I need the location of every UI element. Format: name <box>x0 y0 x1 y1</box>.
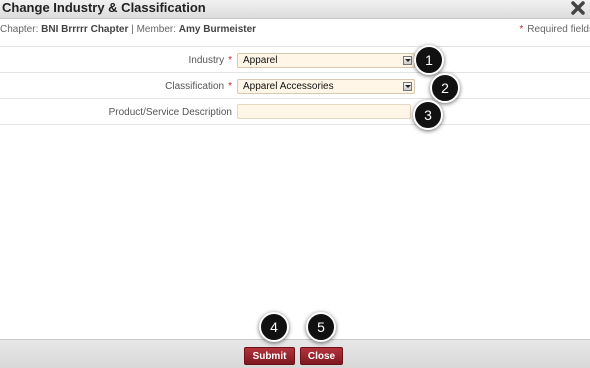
required-star: * <box>228 81 232 92</box>
dialog-title: Change Industry & Classification <box>2 0 206 15</box>
required-star: * <box>228 55 232 66</box>
industry-label: Industry * <box>189 55 232 66</box>
close-x-icon[interactable] <box>570 0 586 16</box>
description-label-text: Product/Service Description <box>108 107 232 118</box>
member-label: Member: <box>136 24 177 35</box>
dialog-title-bar: Change Industry & Classification <box>0 0 590 19</box>
industry-select-value: Apparel <box>243 55 278 66</box>
classification-select-value: Apparel Accessories <box>243 81 334 92</box>
close-button[interactable]: Close <box>300 347 343 365</box>
chapter-value: BNI Brrrrr Chapter <box>41 24 129 35</box>
dropdown-arrow-icon[interactable] <box>403 82 412 91</box>
required-star: * <box>519 24 524 35</box>
dropdown-arrow-icon[interactable] <box>403 56 412 65</box>
divider <box>0 98 590 99</box>
member-value: Amy Burmeister <box>178 24 257 35</box>
callout-3: 3 <box>413 100 443 130</box>
description-label: Product/Service Description <box>109 107 232 118</box>
classification-select[interactable]: Apparel Accessories <box>237 79 415 94</box>
chapter-label: Chapter: <box>0 24 39 35</box>
divider <box>0 46 590 47</box>
callout-5: 5 <box>306 312 336 342</box>
info-separator: | <box>131 24 134 35</box>
industry-label-text: Industry <box>188 55 225 66</box>
required-text: Required fields <box>527 24 590 35</box>
callout-2: 2 <box>430 73 460 103</box>
classification-label-text: Classification <box>165 81 225 92</box>
dialog-footer <box>0 339 590 368</box>
chapter-member-info: Chapter: BNI Brrrrr Chapter | Member: Am… <box>0 24 256 35</box>
callout-1: 1 <box>414 45 444 75</box>
required-fields-note: * Required fields <box>519 24 590 35</box>
callout-4: 4 <box>259 312 289 342</box>
divider <box>0 124 590 125</box>
industry-select[interactable]: Apparel <box>237 53 415 68</box>
classification-label: Classification * <box>165 81 232 92</box>
divider <box>0 72 590 73</box>
submit-button[interactable]: Submit <box>244 347 295 365</box>
description-input[interactable] <box>237 104 411 119</box>
